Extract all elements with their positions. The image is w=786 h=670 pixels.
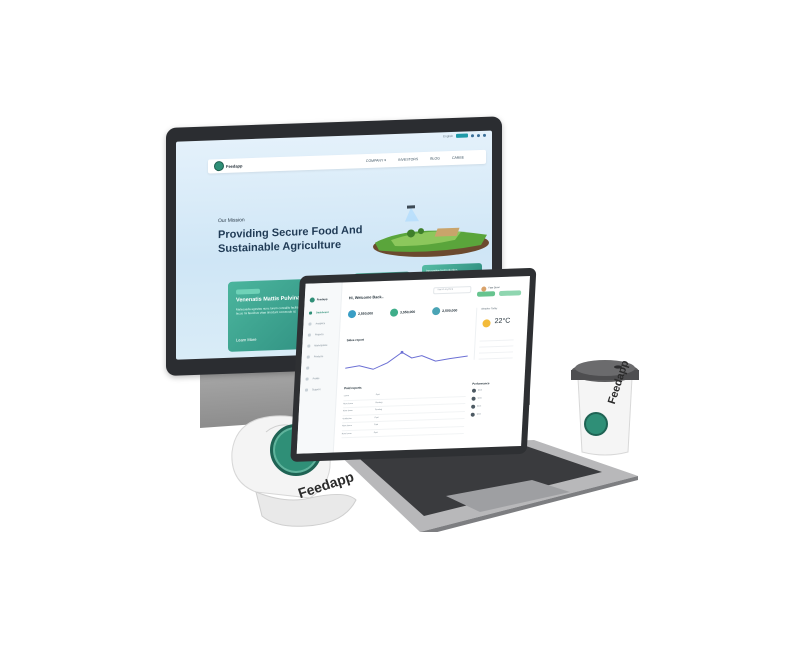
dashboard-sidebar: Feedapp Dashboard Analytics Projects Mar… [296,282,343,454]
dashboard-search-input: Search anything [433,285,472,295]
site-top-bar: English [443,133,486,138]
dashboard-secondary-button [498,290,522,297]
laptop-screen: Feedapp Dashboard Analytics Projects Mar… [296,275,531,454]
product-mockup-scene: English Feedapp COMPANY ▾ INVESTORS BLOG… [0,0,786,670]
dashboard-greeting: Hi, Welcome Back.. [348,295,384,301]
dashboard-logo: Feedapp [309,297,328,303]
nav-investors: INVESTORS [398,157,419,162]
nav-products: Products [305,355,327,367]
forecast-row [478,354,513,360]
floating-farmland-illustration [373,205,489,257]
hero-eyebrow: Our Mission [218,217,245,225]
weather-temperature: 22°C [494,317,511,326]
performance-title: Performance [472,381,490,386]
stat-value: 3,550,000 [399,309,416,315]
search-placeholder: Search anything [437,288,454,291]
site-navbar: Feedapp COMPANY ▾ INVESTORS BLOG CAREE [208,149,486,174]
weather-forecast [478,336,514,361]
performance-row: $315 [470,411,517,417]
weather-title: Weather Today [481,307,498,311]
nav-analytics: Analytics [307,322,329,334]
stat-value: 2,550,000 [357,311,374,316]
performance-row: $315 [471,387,518,393]
dashboard-brand: Feedapp [316,297,328,302]
laptop-lid: Feedapp Dashboard Analytics Projects Mar… [290,267,537,462]
facebook-icon [471,133,474,137]
twitter-icon [477,133,480,137]
performance-panel: Performance $315 $315 $315 $315 [470,380,518,421]
stat-icon [431,307,441,316]
avatar [481,285,487,292]
weather-widget: Weather Today 22°C [473,306,522,361]
sales-line-chart [345,350,468,370]
signin-button [456,133,468,138]
stat-card: 2,500,000 [431,306,458,316]
nav-support: Support [304,388,326,400]
sun-icon [482,319,491,328]
stat-icon [389,308,399,317]
forecast-row [478,348,514,354]
avatar [471,396,476,401]
site-brand: Feedapp [226,162,243,169]
stat-card: 3,550,000 [389,308,416,317]
performance-row: $315 [471,403,517,409]
stat-value: 2,500,000 [442,308,458,313]
site-nav-links: COMPANY ▾ INVESTORS BLOG CAREE [366,156,464,163]
forecast-row [479,342,514,348]
stat-card: 2,550,000 [347,309,374,319]
nav-company: COMPANY ▾ [365,158,387,164]
learn-more-link: Learn More [236,336,257,343]
avatar [471,404,476,409]
leaf-logo-icon [309,297,315,303]
nav-marketplace: Marketplace [306,344,327,356]
performance-row: $315 [471,395,517,401]
dashboard-action-button [476,291,496,297]
sales-report-title: Sales report [346,337,365,343]
linkedin-icon [483,133,486,137]
card-badge [236,288,260,295]
dashboard-nav: Dashboard Analytics Projects Marketplace… [304,311,330,400]
nav-careers: CAREE [451,155,464,161]
nav-profile: Profile [304,377,326,389]
stat-icon [347,309,357,319]
forecast-row [479,336,514,342]
user-name: Faye Quinn [488,287,500,290]
nav-blog: BLOG [430,156,440,161]
cup-leaf-logo-icon [584,412,608,436]
nav-spacer [305,366,327,378]
paid-reports-table: Paid reports Lorem Paid Nunc lorem Pending… [341,382,467,439]
leaf-logo-icon [214,160,224,172]
language-selector: English [443,133,453,139]
nav-projects: Projects [306,333,328,345]
avatar [470,412,475,417]
avatar [471,388,477,393]
cup-illustration [571,360,639,456]
site-logo: Feedapp [214,160,243,172]
nav-dashboard: Dashboard [308,311,330,323]
